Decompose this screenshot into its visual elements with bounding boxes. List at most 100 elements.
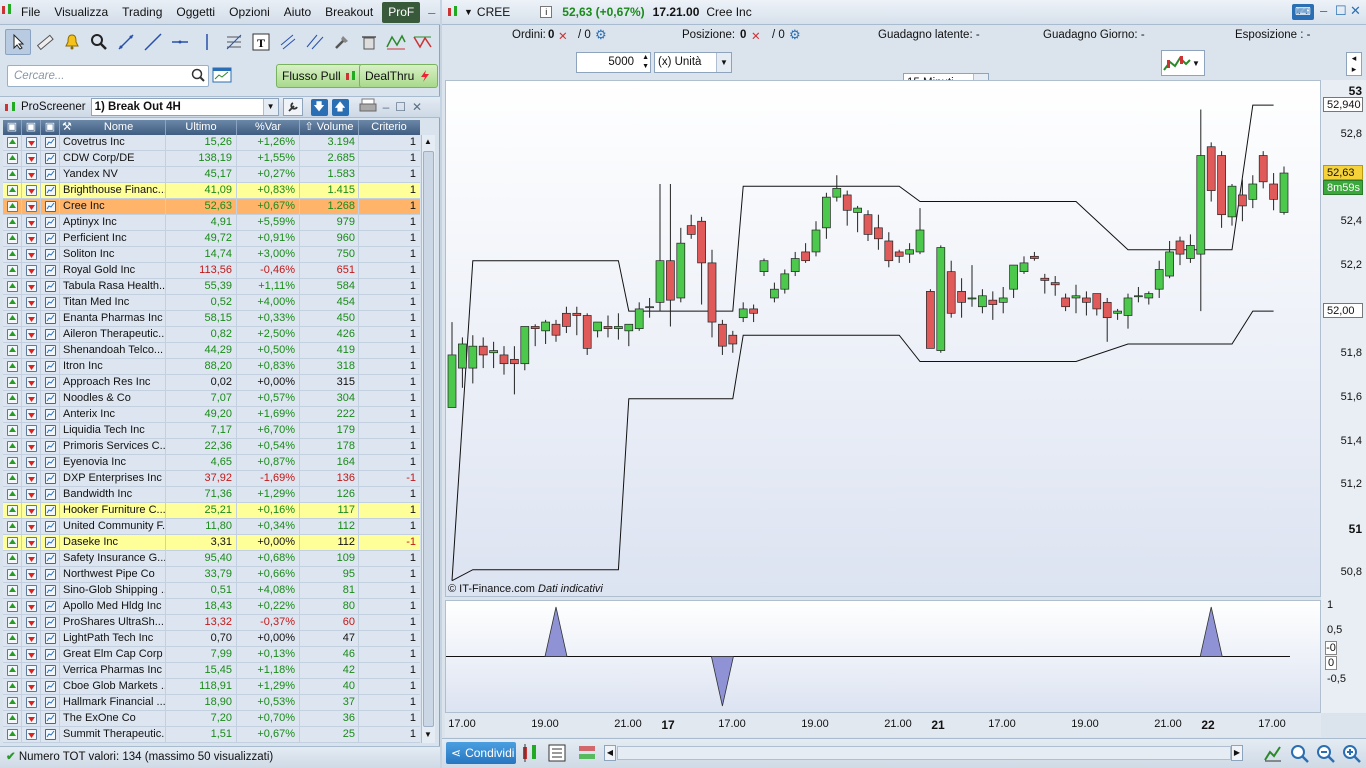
alert-down-icon[interactable] [22,423,41,438]
open-chart-icon[interactable] [41,647,60,662]
alert-up-icon[interactable] [3,311,22,326]
open-chart-icon[interactable] [41,391,60,406]
search-input[interactable]: Cercare... [7,65,209,87]
alert-up-icon[interactable] [3,727,22,742]
table-row[interactable]: Northwest Pipe Co 33,79 +0,66% 95 1 [3,567,420,583]
open-chart-icon[interactable] [41,727,60,742]
open-chart-icon[interactable] [41,503,60,518]
alert-down-icon[interactable] [22,327,41,342]
alert-up-icon[interactable] [3,279,22,294]
table-row[interactable]: Verrica Pharmas Inc 15,45 +1,18% 42 1 [3,663,420,679]
screener-window-icon[interactable] [212,66,232,87]
alert-up-icon[interactable] [3,471,22,486]
unit-select[interactable]: (x) Unità ▼ [654,52,732,73]
alert-down-icon[interactable] [22,391,41,406]
alert-up-icon[interactable] [3,583,22,598]
col-criterion-header[interactable]: Criterio [359,120,419,135]
open-chart-icon[interactable] [41,231,60,246]
open-chart-icon[interactable] [41,295,60,310]
table-row[interactable]: United Community F... 11,80 +0,34% 112 1 [3,519,420,535]
segment-tool-icon[interactable] [113,29,139,55]
dealthru-button[interactable]: DealThru [359,64,439,88]
ruler-icon[interactable] [32,29,58,55]
col-volume-header[interactable]: ⇧ Volume [300,120,359,135]
open-chart-icon[interactable] [41,359,60,374]
open-chart-icon[interactable] [41,375,60,390]
open-chart-icon[interactable] [41,519,60,534]
menu-aiuto[interactable]: Aiuto [277,0,318,25]
share-button[interactable]: ⋖ Condividi [446,742,516,764]
alert-down-icon[interactable] [22,359,41,374]
alert-up-icon[interactable] [3,215,22,230]
menu-opzioni[interactable]: Opzioni [222,0,277,25]
open-chart-icon[interactable] [41,439,60,454]
open-chart-icon[interactable] [41,679,60,694]
alert-up-icon[interactable] [3,663,22,678]
open-chart-icon[interactable] [41,631,60,646]
table-row[interactable]: Soliton Inc 14,74 +3,00% 750 1 [3,247,420,263]
table-row[interactable]: Brighthouse Financ... 41,09 +0,83% 1.415… [3,183,420,199]
price-axis[interactable]: 5352,852,652,452,25251,851,651,451,25150… [1321,80,1366,713]
open-chart-icon[interactable] [41,487,60,502]
position-settings-icon[interactable]: ⚙ [789,27,801,43]
col-order-icon[interactable]: ▣ [22,120,41,135]
table-row[interactable]: ProShares UltraSh... 13,32 -0,37% 60 1 [3,615,420,631]
alert-down-icon[interactable] [22,679,41,694]
table-view-icon[interactable] [548,744,566,765]
alert-up-icon[interactable] [3,423,22,438]
table-row[interactable]: Liquidia Tech Inc 7,17 +6,70% 179 1 [3,423,420,439]
alert-up-icon[interactable] [3,567,22,582]
table-row[interactable]: Enanta Pharmas Inc 58,15 +0,33% 450 1 [3,311,420,327]
zoom-in-icon[interactable] [1342,744,1362,767]
scroll-right-icon[interactable]: ▶ [1231,745,1243,761]
chart-type-icon[interactable] [520,743,540,766]
alert-down-icon[interactable] [22,631,41,646]
menu-file[interactable]: File [14,0,47,25]
alert-down-icon[interactable] [22,663,41,678]
zoom-fit-icon[interactable] [1290,744,1310,767]
alert-down-icon[interactable] [22,167,41,182]
zigzag-tool-icon[interactable] [383,29,409,55]
table-row[interactable]: Eyenovia Inc 4,65 +0,87% 164 1 [3,455,420,471]
alert-up-icon[interactable] [3,375,22,390]
menu-oggetti[interactable]: Oggetti [169,0,222,25]
alert-down-icon[interactable] [22,695,41,710]
alert-up-icon[interactable] [3,519,22,534]
alert-down-icon[interactable] [22,583,41,598]
table-scrollbar[interactable]: ▲ ▼ [421,135,435,743]
channel-tool-icon[interactable] [275,29,301,55]
scroll-thumb[interactable] [423,151,434,727]
open-chart-icon[interactable] [41,279,60,294]
col-alert-icon[interactable]: ▣ [3,120,22,135]
stepper-arrows-icon[interactable]: ▲ ▼ [642,53,649,71]
alert-up-icon[interactable] [3,167,22,182]
alert-up-icon[interactable] [3,711,22,726]
table-row[interactable]: Cree Inc 52,63 +0,67% 1.268 1 [3,199,420,215]
menu-trading[interactable]: Trading [115,0,169,25]
alert-down-icon[interactable] [22,599,41,614]
horizontal-scrollbar[interactable] [617,746,1231,760]
keyboard-icon[interactable]: ⌨ [1292,4,1314,20]
open-chart-icon[interactable] [41,535,60,550]
table-row[interactable]: The ExOne Co 7,20 +0,70% 36 1 [3,711,420,727]
open-chart-icon[interactable] [41,311,60,326]
open-chart-icon[interactable] [41,247,60,262]
table-row[interactable]: Anterix Inc 49,20 +1,69% 222 1 [3,407,420,423]
parallel-lines-icon[interactable] [302,29,328,55]
table-row[interactable]: Hooker Furniture C... 25,21 +0,16% 117 1 [3,503,420,519]
orders-cancel-icon[interactable]: ✕ [558,29,568,43]
print-icon[interactable] [359,98,377,117]
col-last-header[interactable]: Ultimo [166,120,237,135]
alert-down-icon[interactable] [22,455,41,470]
alert-up-icon[interactable] [3,231,22,246]
alert-down-icon[interactable] [22,215,41,230]
table-row[interactable]: Covetrus Inc 15,26 +1,26% 3.194 1 [3,135,420,151]
table-row[interactable]: Safety Insurance G... 95,40 +0,68% 109 1 [3,551,420,567]
open-chart-icon[interactable] [41,263,60,278]
menu-visualizza[interactable]: Visualizza [47,0,115,25]
open-chart-icon[interactable] [41,599,60,614]
alert-up-icon[interactable] [3,615,22,630]
alert-down-icon[interactable] [22,647,41,662]
alert-up-icon[interactable] [3,183,22,198]
panel-maximize-icon[interactable]: ☐ [395,100,406,114]
